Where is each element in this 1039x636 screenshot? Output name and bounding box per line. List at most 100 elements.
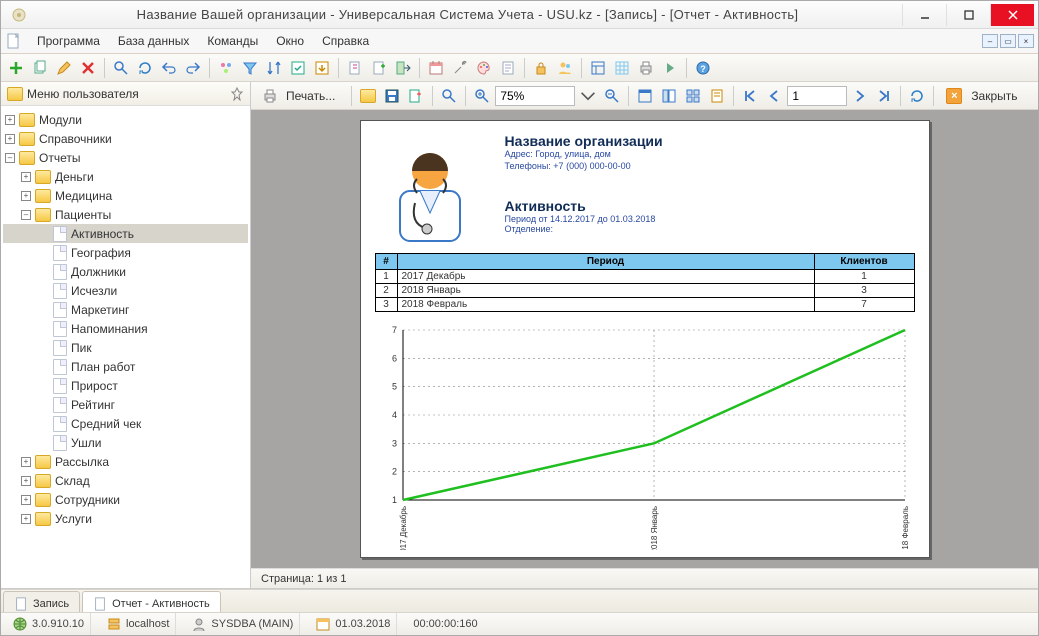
expand-icon[interactable]: + <box>21 191 31 201</box>
tree-item-staff[interactable]: +Сотрудники <box>3 490 248 509</box>
docs-button[interactable] <box>344 57 366 79</box>
tree-item-debtors[interactable]: Должники <box>3 262 248 281</box>
zoom-out-button[interactable] <box>601 85 623 107</box>
tab-record[interactable]: Запись <box>3 591 80 612</box>
print-icon-button[interactable] <box>635 57 657 79</box>
tree-item-growth[interactable]: Прирост <box>3 376 248 395</box>
tree-item-medicine[interactable]: +Медицина <box>3 186 248 205</box>
export-report-button[interactable] <box>405 85 427 107</box>
section-period: Период от 14.12.2017 до 01.03.2018 <box>505 214 663 224</box>
expand-icon[interactable]: + <box>5 115 15 125</box>
tree-item-activity[interactable]: Активность <box>3 224 248 243</box>
prev-page-button[interactable] <box>763 85 785 107</box>
menu-help[interactable]: Справка <box>314 31 377 51</box>
tree-item-workplan[interactable]: План работ <box>3 357 248 376</box>
find-button[interactable] <box>438 85 460 107</box>
page-input[interactable] <box>787 86 847 106</box>
close-report-button[interactable]: × Закрыть <box>939 85 1028 107</box>
expand-icon[interactable]: + <box>21 495 31 505</box>
expand-icon[interactable]: + <box>21 476 31 486</box>
first-page-button[interactable] <box>739 85 761 107</box>
expand-icon[interactable]: + <box>21 172 31 182</box>
tree-item-reports[interactable]: –Отчеты <box>3 148 248 167</box>
report-toolbar: Печать... <box>251 82 1038 110</box>
expand-icon[interactable]: + <box>5 134 15 144</box>
group-button[interactable] <box>215 57 237 79</box>
tab-label: Отчет - Активность <box>112 598 210 610</box>
minimize-button[interactable] <box>902 4 946 26</box>
print-button[interactable]: Печать... <box>255 85 346 107</box>
calendar-button[interactable] <box>425 57 447 79</box>
maximize-button[interactable] <box>946 4 990 26</box>
palette-button[interactable] <box>473 57 495 79</box>
tree-item-services[interactable]: +Услуги <box>3 509 248 528</box>
tree-item-mailing[interactable]: +Рассылка <box>3 452 248 471</box>
tree-item-modules[interactable]: +Модули <box>3 110 248 129</box>
help-button[interactable]: ? <box>692 57 714 79</box>
tree-item-patients[interactable]: –Пациенты <box>3 205 248 224</box>
report-viewport[interactable]: Название организации Адрес: Город, улица… <box>251 110 1038 568</box>
exit-button[interactable] <box>392 57 414 79</box>
tree-item-avgcheck[interactable]: Средний чек <box>3 414 248 433</box>
tree-item-rating[interactable]: Рейтинг <box>3 395 248 414</box>
next-page-button[interactable] <box>849 85 871 107</box>
redo-button[interactable] <box>182 57 204 79</box>
cell-clients: 7 <box>814 298 914 312</box>
copy-button[interactable] <box>29 57 51 79</box>
tree-item-refs[interactable]: +Справочники <box>3 129 248 148</box>
page-setup-button[interactable] <box>706 85 728 107</box>
expand-icon[interactable]: + <box>21 514 31 524</box>
tree-item-peak[interactable]: Пик <box>3 338 248 357</box>
tab-report[interactable]: Отчет - Активность <box>82 591 221 612</box>
tree-item-warehouse[interactable]: +Склад <box>3 471 248 490</box>
tree-item-left[interactable]: Ушли <box>3 433 248 452</box>
menu-commands[interactable]: Команды <box>199 31 266 51</box>
grid-button[interactable] <box>611 57 633 79</box>
edit-button[interactable] <box>53 57 75 79</box>
fullscreen-button[interactable] <box>634 85 656 107</box>
tree-item-money[interactable]: +Деньги <box>3 167 248 186</box>
expand-icon[interactable]: + <box>21 457 31 467</box>
open-folder-button[interactable] <box>357 85 379 107</box>
users-button[interactable] <box>554 57 576 79</box>
refresh-button[interactable] <box>134 57 156 79</box>
layout-button[interactable] <box>587 57 609 79</box>
close-button[interactable] <box>990 4 1034 26</box>
collapse-icon[interactable]: – <box>21 210 31 220</box>
tree-item-marketing[interactable]: Маркетинг <box>3 300 248 319</box>
tools-button[interactable] <box>449 57 471 79</box>
import-button[interactable] <box>311 57 333 79</box>
sort-button[interactable] <box>263 57 285 79</box>
lock-button[interactable] <box>530 57 552 79</box>
reload-report-button[interactable] <box>906 85 928 107</box>
filter-button[interactable] <box>239 57 261 79</box>
undo-button[interactable] <box>158 57 180 79</box>
next-rec-button[interactable] <box>659 57 681 79</box>
mdi-close-button[interactable]: × <box>1018 34 1034 48</box>
new-doc-button[interactable] <box>368 57 390 79</box>
view-outline-button[interactable] <box>658 85 680 107</box>
tree-item-disappeared[interactable]: Исчезли <box>3 281 248 300</box>
pin-icon[interactable] <box>230 87 244 101</box>
tree-item-geography[interactable]: География <box>3 243 248 262</box>
menu-program[interactable]: Программа <box>29 31 108 51</box>
tree-item-reminders[interactable]: Напоминания <box>3 319 248 338</box>
last-page-button[interactable] <box>873 85 895 107</box>
delete-button[interactable] <box>77 57 99 79</box>
add-button[interactable] <box>5 57 27 79</box>
notes-button[interactable] <box>497 57 519 79</box>
menu-window[interactable]: Окно <box>268 31 312 51</box>
cell-num: 1 <box>375 270 397 284</box>
mdi-minimize-button[interactable]: – <box>982 34 998 48</box>
mdi-restore-button[interactable]: ▭ <box>1000 34 1016 48</box>
zoom-input[interactable] <box>495 86 575 106</box>
search-button[interactable] <box>110 57 132 79</box>
save-button[interactable] <box>381 85 403 107</box>
collapse-icon[interactable]: – <box>5 153 15 163</box>
view-thumbs-button[interactable] <box>682 85 704 107</box>
export-button[interactable] <box>287 57 309 79</box>
table-row: 1 2017 Декабрь 1 <box>375 270 914 284</box>
zoom-dropdown[interactable] <box>577 85 599 107</box>
zoom-tool-button[interactable] <box>471 85 493 107</box>
menu-database[interactable]: База данных <box>110 31 197 51</box>
